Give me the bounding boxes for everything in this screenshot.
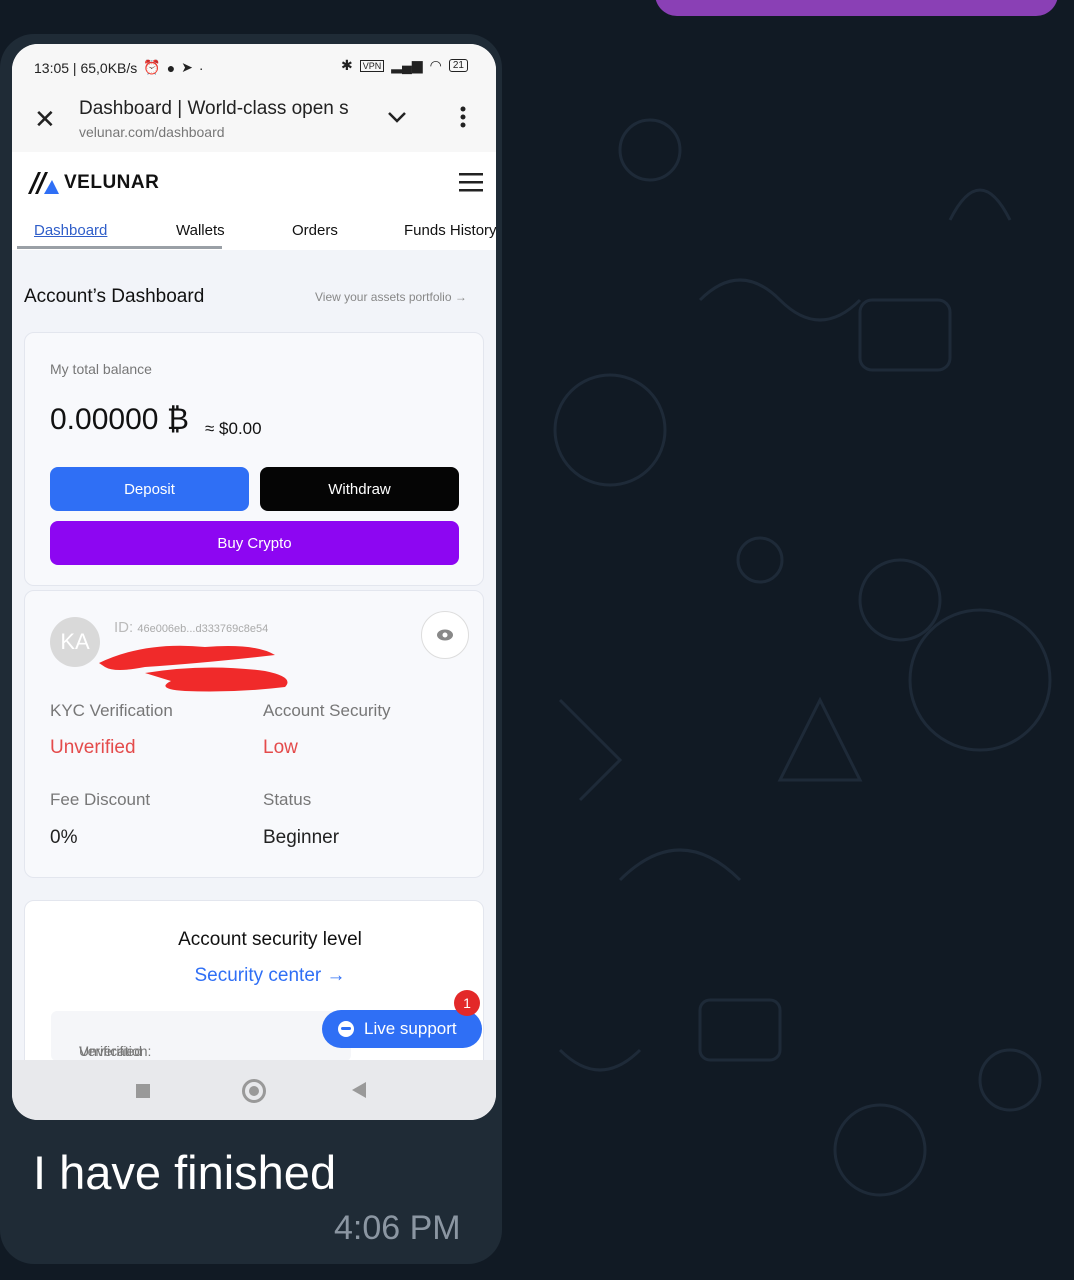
bluetooth-icon: ✱ [340, 57, 353, 73]
browser-url[interactable]: velunar.com/dashboard [79, 124, 225, 140]
live-support-button[interactable]: Live support [322, 1010, 482, 1048]
deposit-button[interactable]: Deposit [50, 467, 249, 511]
tab-funds-history[interactable]: Funds History [404, 222, 496, 239]
message-text: I have finished [33, 1146, 337, 1199]
balance-value: 0.00000 ₿ [50, 403, 189, 436]
security-center-link[interactable]: Security center → [25, 965, 496, 987]
screenshot-image[interactable]: 13:05 | 65,0KB/s ⏰ ● ➤ · ✱ VPN ▂▄▆ ◠ 21 … [12, 44, 496, 1120]
hamburger-menu-icon[interactable] [458, 170, 484, 194]
nav-tabs: Dashboard Wallets Orders Funds History [12, 216, 496, 250]
home-icon[interactable] [242, 1079, 266, 1103]
redaction-scribble [99, 645, 288, 692]
notification-badge: 1 [454, 990, 480, 1016]
more-vertical-icon[interactable] [456, 104, 470, 130]
browser-page-title: Dashboard | World-class open s [79, 98, 349, 119]
app-icon: ● [166, 59, 176, 76]
fee-value: 0% [50, 827, 78, 848]
android-nav-bar [12, 1060, 496, 1120]
verification-row: Verification: Unverified [51, 1011, 351, 1061]
close-icon[interactable]: ✕ [34, 104, 56, 135]
logo-text: VELUNAR [64, 172, 160, 193]
eye-icon[interactable] [421, 611, 469, 659]
wifi-icon: ◠ [429, 57, 442, 73]
status-time: 13:05 | 65,0KB/s [34, 59, 138, 76]
live-support-label: Live support [364, 1019, 457, 1038]
verification-value: Unverified [79, 1043, 143, 1059]
site-logo[interactable]: VELUNAR [26, 170, 159, 196]
chevron-down-icon[interactable] [384, 104, 410, 130]
dashboard-content: Account’s Dashboard View your assets por… [12, 250, 496, 1082]
balance-card: My total balance 0.00000 ₿ ≈ $0.00 Depos… [24, 332, 484, 586]
tab-scroll-indicator [17, 246, 222, 249]
balance-label: My total balance [50, 361, 152, 377]
status-label: Status [263, 790, 312, 809]
status-value: Beginner [263, 827, 340, 848]
message-time: 4:06 PM [334, 1209, 461, 1247]
balance-usd: ≈ $0.00 [205, 419, 262, 438]
tab-wallets[interactable]: Wallets [176, 222, 225, 239]
buy-crypto-button[interactable]: Buy Crypto [50, 521, 459, 565]
withdraw-button[interactable]: Withdraw [260, 467, 459, 511]
site-header: VELUNAR Dashboard Wallets Orders Funds H… [12, 152, 496, 250]
browser-toolbar: ✕ Dashboard | World-class open s velunar… [12, 90, 496, 153]
battery-icon: 21 [448, 59, 468, 72]
security-value: Low [263, 737, 298, 758]
sent-message-bubble [655, 0, 1058, 16]
profile-card: KA ID: 46e006eb...d333769c8e54 KYC Verif… [24, 590, 484, 878]
kyc-label: KYC Verification [50, 701, 173, 720]
telegram-icon: ➤ [181, 59, 193, 75]
security-level-title: Account security level [178, 929, 362, 950]
recents-icon[interactable] [136, 1084, 150, 1098]
page-title: Account’s Dashboard [24, 286, 205, 307]
vpn-icon: VPN [359, 59, 385, 72]
dot-icon: · [198, 59, 204, 76]
signal-icon: ▂▄▆ [391, 57, 423, 73]
velunar-logo-icon [28, 172, 59, 194]
back-icon[interactable] [352, 1082, 366, 1098]
phone-status-bar: 13:05 | 65,0KB/s ⏰ ● ➤ · ✱ VPN ▂▄▆ ◠ 21 [12, 44, 496, 90]
tab-orders[interactable]: Orders [292, 222, 338, 239]
kyc-value: Unverified [50, 737, 136, 758]
tab-dashboard[interactable]: Dashboard [34, 222, 107, 239]
security-level-card: Account security level Security center →… [24, 900, 484, 1082]
portfolio-link[interactable]: View your assets portfolio → [315, 290, 467, 304]
alarm-icon: ⏰ [143, 59, 161, 75]
fee-label: Fee Discount [50, 790, 151, 809]
chat-icon [338, 1021, 354, 1037]
security-label: Account Security [263, 701, 391, 720]
